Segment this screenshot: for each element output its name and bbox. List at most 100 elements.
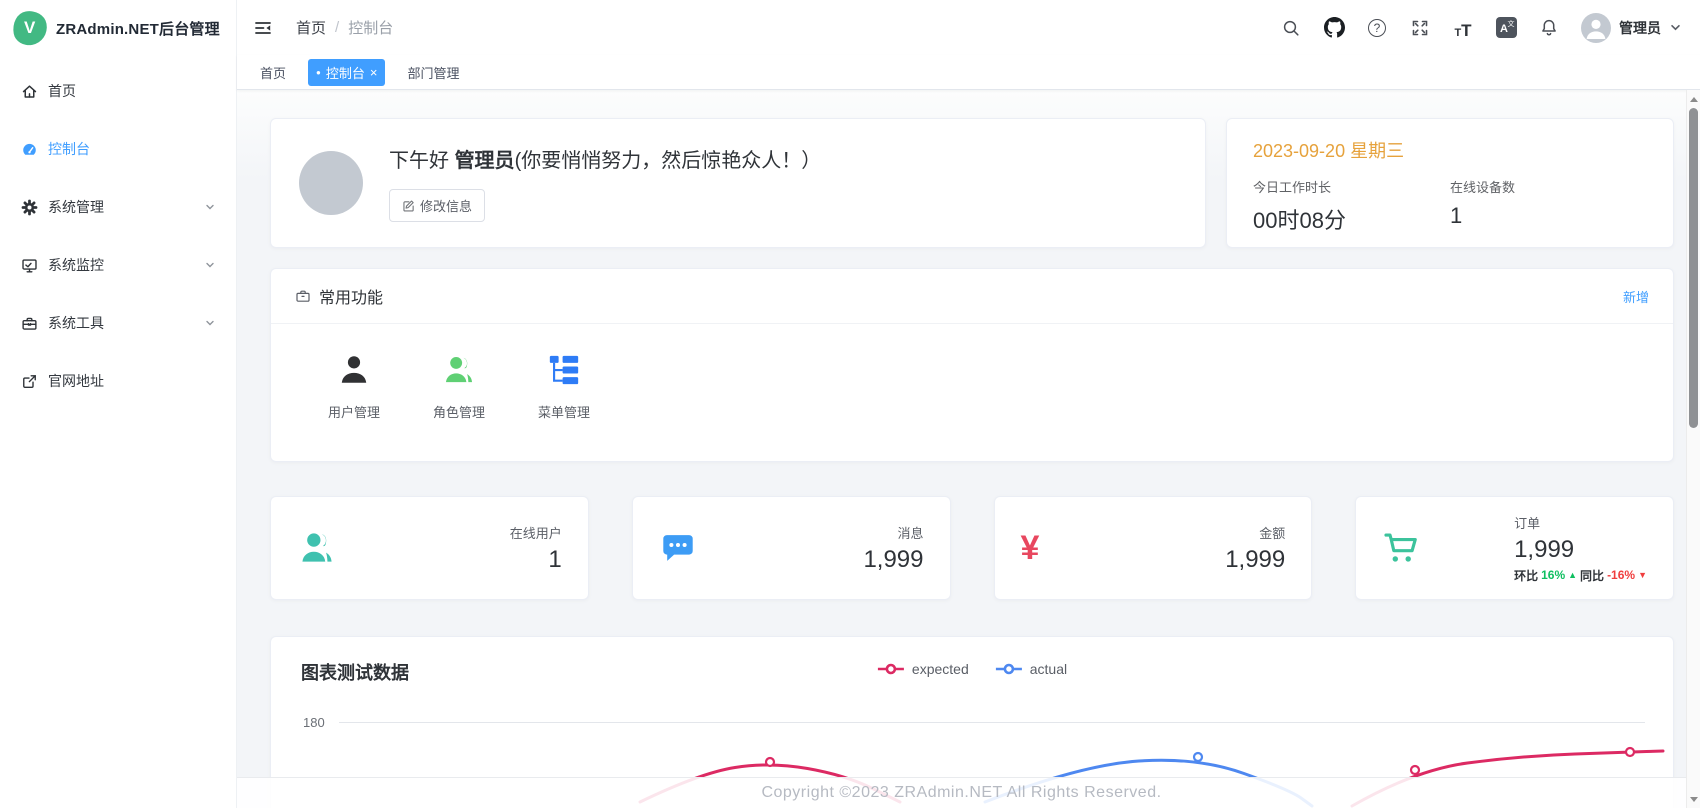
online-devices-block: 在线设备数 1: [1450, 177, 1647, 235]
sidebar-item-label: 首页: [48, 81, 76, 101]
sidebar-item-home[interactable]: 首页: [0, 62, 236, 120]
tab-home[interactable]: 首页: [252, 59, 294, 86]
chart-legend: expected actual: [877, 661, 1067, 677]
stat-card-amount: ¥ 金额 1,999: [994, 496, 1313, 600]
app-screen: V ZRAdmin.NET后台管理 首页 控制台 系统管理: [0, 0, 1700, 808]
stat-text: 金额 1,999: [1225, 523, 1285, 574]
work-duration-value: 00时08分: [1253, 203, 1450, 235]
monitor-icon: [20, 256, 38, 274]
edit-profile-button[interactable]: 修改信息: [389, 189, 485, 222]
legend-item-actual[interactable]: actual: [995, 661, 1067, 677]
roles-icon: [441, 350, 477, 390]
sidebar-item-system-monitor[interactable]: 系统监控: [0, 236, 236, 294]
footer: Copyright ©2023 ZRAdmin.NET All Rights R…: [237, 777, 1686, 808]
avatar: [1581, 13, 1611, 43]
chevron-down-icon: [1669, 21, 1682, 34]
stat-text: 在线用户 1: [510, 523, 562, 574]
breadcrumb-separator: /: [335, 19, 339, 36]
sidebar-item-label: 系统工具: [48, 313, 104, 333]
mom-value: 16%: [1541, 568, 1565, 582]
quick-item-user-management[interactable]: 用户管理: [318, 350, 390, 421]
quick-functions-header: 常用功能 新增: [271, 269, 1673, 324]
sidebar-collapse-icon[interactable]: [252, 17, 274, 39]
tab-label: 首页: [260, 63, 286, 82]
tab-dashboard[interactable]: ● 控制台 ×: [308, 59, 385, 86]
online-devices-label: 在线设备数: [1450, 177, 1647, 196]
user-icon: [337, 350, 371, 390]
sidebar-menu: 首页 控制台 系统管理 系统监控: [0, 56, 236, 410]
quick-functions-body: 用户管理 角色管理 菜单管理: [271, 324, 1673, 461]
user-name: 管理员: [1619, 18, 1661, 38]
welcome-row: 下午好 管理员(你要悄悄努力，然后惊艳众人！） 修改信息 2023-09-20 …: [270, 118, 1674, 248]
question-glyph: ?: [1368, 19, 1386, 37]
scrollbar-thumb[interactable]: [1689, 108, 1698, 428]
quick-item-label: 菜单管理: [538, 402, 590, 421]
legend-label: expected: [912, 661, 969, 677]
active-dot-icon: ●: [316, 68, 321, 77]
work-duration-block: 今日工作时长 00时08分: [1253, 177, 1450, 235]
translate-icon[interactable]: A文: [1495, 17, 1517, 39]
sidebar-item-system-tools[interactable]: 系统工具: [0, 294, 236, 352]
sidebar-item-official-site[interactable]: 官网地址: [0, 352, 236, 410]
yen-icon: ¥: [1021, 531, 1065, 565]
legend-item-expected[interactable]: expected: [877, 661, 969, 677]
app-logo[interactable]: V ZRAdmin.NET后台管理: [0, 0, 236, 56]
user-menu[interactable]: 管理员: [1581, 13, 1682, 43]
quick-item-label: 角色管理: [433, 402, 485, 421]
user-avatar-large[interactable]: [299, 151, 363, 215]
today-date: 2023-09-20 星期三: [1253, 137, 1647, 163]
translate-cjk-glyph: 文: [1508, 19, 1515, 29]
quick-item-menu-management[interactable]: 菜单管理: [528, 350, 600, 421]
breadcrumb: 首页 / 控制台: [296, 17, 393, 38]
stat-value: 1: [510, 546, 562, 574]
y-axis-tick-180: 180: [303, 715, 325, 730]
stat-card-messages: 消息 1,999: [632, 496, 951, 600]
font-size-small-glyph: T: [1454, 28, 1461, 39]
today-columns: 今日工作时长 00时08分 在线设备数 1: [1253, 177, 1647, 235]
triangle-up-icon: [1690, 97, 1698, 102]
add-link[interactable]: 新增: [1623, 287, 1649, 306]
fullscreen-icon[interactable]: [1409, 17, 1431, 39]
tab-label: 部门管理: [407, 63, 459, 82]
logo-icon: V: [10, 8, 49, 47]
stat-label: 在线用户: [510, 523, 562, 542]
sidebar-item-label: 系统管理: [48, 197, 104, 217]
breadcrumb-home[interactable]: 首页: [296, 17, 326, 38]
notification-bell-icon[interactable]: [1538, 17, 1560, 39]
sidebar-item-system-management[interactable]: 系统管理: [0, 178, 236, 236]
copyright-text: Copyright ©2023 ZRAdmin.NET All Rights R…: [761, 784, 1161, 802]
help-icon[interactable]: ?: [1366, 17, 1388, 39]
quick-item-role-management[interactable]: 角色管理: [423, 350, 495, 421]
stat-value: 1,999: [1514, 536, 1647, 564]
trend-down-icon: ▼: [1638, 570, 1647, 580]
stat-text: 订单 1,999 环比 16% ▲ 同比 -16% ▼: [1514, 513, 1647, 584]
greeting-line: 下午好 管理员(你要悄悄努力，然后惊艳众人！）: [389, 144, 821, 173]
translate-box: A文: [1496, 17, 1517, 38]
stat-card-orders: 订单 1,999 环比 16% ▲ 同比 -16% ▼: [1355, 496, 1674, 600]
topbar: 首页 / 控制台 ? TT A文: [237, 0, 1700, 55]
legend-marker-icon: [877, 663, 905, 675]
welcome-text: 下午好 管理员(你要悄悄努力，然后惊艳众人！） 修改信息: [389, 144, 821, 222]
font-size-icon[interactable]: TT: [1452, 17, 1474, 39]
sidebar-item-dashboard[interactable]: 控制台: [0, 120, 236, 178]
scroll-down-arrow[interactable]: [1687, 792, 1700, 806]
external-link-icon: [20, 372, 38, 390]
vertical-scrollbar[interactable]: [1686, 90, 1700, 808]
search-icon[interactable]: [1280, 17, 1302, 39]
gridline-180: [339, 722, 1645, 723]
stat-label: 订单: [1514, 513, 1647, 532]
yoy-label: 同比: [1580, 567, 1604, 584]
scroll-up-arrow[interactable]: [1687, 92, 1700, 106]
tab-close-icon[interactable]: ×: [370, 65, 378, 80]
tab-departments[interactable]: 部门管理: [399, 59, 467, 86]
main-column: 首页 / 控制台 ? TT A文: [237, 0, 1700, 808]
menu-tree-icon: [547, 350, 581, 390]
sidebar-item-label: 系统监控: [48, 255, 104, 275]
github-icon[interactable]: [1323, 17, 1345, 39]
today-card: 2023-09-20 星期三 今日工作时长 00时08分 在线设备数 1: [1226, 118, 1674, 248]
edit-icon: [402, 199, 415, 212]
yoy-value: -16%: [1607, 568, 1635, 582]
edit-profile-label: 修改信息: [420, 196, 472, 215]
topbar-actions: ? TT A文 管理员: [1280, 13, 1682, 43]
greeting-username: 管理员: [455, 150, 515, 172]
